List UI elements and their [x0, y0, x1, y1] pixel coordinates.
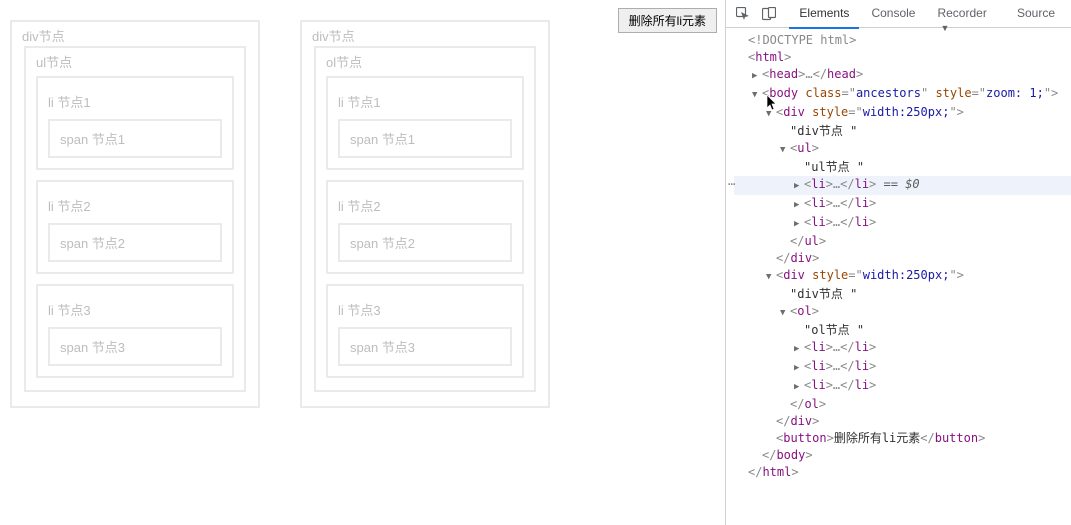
div-label: div节点: [22, 26, 65, 45]
dom-row[interactable]: <div style="width:250px;">: [734, 104, 1071, 123]
delete-all-li-button[interactable]: 删除所有li元素: [618, 8, 717, 33]
dom-row[interactable]: <li>…</li>: [734, 339, 1071, 358]
dom-row[interactable]: <html>: [734, 49, 1071, 66]
preview-span-1: span 节点1: [48, 119, 222, 158]
preview-li-3: li 节点3 span 节点3: [36, 284, 234, 378]
dom-row[interactable]: "ol节点 ": [734, 322, 1071, 339]
li-label: li 节点3: [48, 303, 91, 318]
preview-span-2b: span 节点2: [338, 223, 512, 262]
dom-row[interactable]: <ol>: [734, 303, 1071, 322]
preview-div-1: div节点 ul节点 li 节点1 span 节点1 li 节点2 span 节…: [10, 20, 260, 408]
preview-li-1: li 节点1 span 节点1: [36, 76, 234, 170]
inspect-element-icon[interactable]: [732, 4, 754, 24]
dom-row[interactable]: </html>: [734, 464, 1071, 481]
dom-row[interactable]: </ol>: [734, 396, 1071, 413]
dom-row[interactable]: </div>: [734, 250, 1071, 267]
dom-row[interactable]: <li>…</li>: [734, 214, 1071, 233]
dom-row[interactable]: <li>…</li>: [734, 195, 1071, 214]
dom-row[interactable]: <li>…</li>: [734, 377, 1071, 396]
li-label: li 节点2: [338, 199, 381, 214]
preview-li-2b: li 节点2 span 节点2: [326, 180, 524, 274]
ul-label: ul节点: [36, 52, 72, 71]
preview-li-3b: li 节点3 span 节点3: [326, 284, 524, 378]
dom-row[interactable]: <button>删除所有li元素</button>: [734, 430, 1071, 447]
preview-li-2: li 节点2 span 节点2: [36, 180, 234, 274]
devtools-tabs: Elements Console Recorder▼ Source: [789, 0, 1065, 28]
li-label: li 节点2: [48, 199, 91, 214]
dom-row[interactable]: </body>: [734, 447, 1071, 464]
elements-tree[interactable]: <!DOCTYPE html> <html> <head>…</head> <b…: [726, 28, 1071, 525]
dom-row[interactable]: "div节点 ": [734, 286, 1071, 303]
dom-row[interactable]: "div节点 ": [734, 123, 1071, 140]
preview-div-2: div节点 ol节点 li 节点1 span 节点1 li 节点2 span 节…: [300, 20, 550, 408]
li-label: li 节点3: [338, 303, 381, 318]
tab-recorder[interactable]: Recorder▼: [927, 0, 1005, 28]
dom-row[interactable]: <div style="width:250px;">: [734, 267, 1071, 286]
devtools-panel: Elements Console Recorder▼ Source <!DOCT…: [725, 0, 1071, 525]
tab-elements[interactable]: Elements: [789, 0, 859, 28]
div-label: div节点: [312, 26, 355, 45]
device-toggle-icon[interactable]: [758, 4, 780, 24]
dom-row[interactable]: </ul>: [734, 233, 1071, 250]
li-label: li 节点1: [338, 95, 381, 110]
dom-row[interactable]: <li>…</li>: [734, 358, 1071, 377]
dom-row[interactable]: "ul节点 ": [734, 159, 1071, 176]
devtools-toolbar: Elements Console Recorder▼ Source: [726, 0, 1071, 28]
li-label: li 节点1: [48, 95, 91, 110]
preview-li-1b: li 节点1 span 节点1: [326, 76, 524, 170]
dom-row[interactable]: <head>…</head>: [734, 66, 1071, 85]
dom-row[interactable]: <!DOCTYPE html>: [734, 32, 1071, 49]
ol-label: ol节点: [326, 52, 362, 71]
preview-span-2: span 节点2: [48, 223, 222, 262]
tab-sources[interactable]: Source: [1007, 0, 1065, 28]
preview-ul: ul节点 li 节点1 span 节点1 li 节点2 span 节点2 li …: [24, 46, 246, 392]
rendered-page-preview: 删除所有li元素 div节点 ul节点 li 节点1 span 节点1 li 节…: [0, 0, 725, 525]
dom-row[interactable]: <ul>: [734, 140, 1071, 159]
preview-span-3b: span 节点3: [338, 327, 512, 366]
tab-console[interactable]: Console: [861, 0, 925, 28]
preview-ol: ol节点 li 节点1 span 节点1 li 节点2 span 节点2 li …: [314, 46, 536, 392]
dom-row[interactable]: </div>: [734, 413, 1071, 430]
preview-span-1b: span 节点1: [338, 119, 512, 158]
preview-span-3: span 节点3: [48, 327, 222, 366]
dom-row[interactable]: <body class="ancestors" style="zoom: 1;"…: [734, 85, 1071, 104]
dom-row-selected[interactable]: <li>…</li> == $0: [734, 176, 1071, 195]
